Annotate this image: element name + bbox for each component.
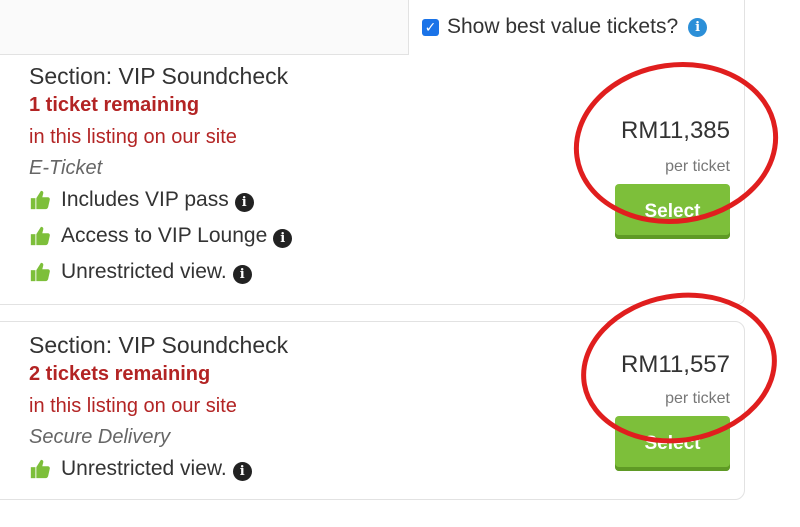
section-title: Section: VIP Soundcheck: [29, 332, 289, 358]
feature-label: Unrestricted view.: [61, 260, 227, 283]
price: RM11,557: [621, 351, 730, 378]
site-note: in this listing on our site: [29, 126, 237, 148]
delivery-method: Secure Delivery: [29, 426, 171, 448]
info-icon[interactable]: i: [273, 229, 293, 248]
thumbs-up-icon: [30, 190, 50, 210]
best-value-toggle[interactable]: ✓ Show best value tickets? i: [422, 13, 708, 41]
listing-1-details: Section: VIP Soundcheck 1 ticket remaini…: [29, 62, 293, 290]
tickets-remaining: 1 ticket remaining: [29, 94, 200, 116]
listing-2-details: Section: VIP Soundcheck 2 tickets remain…: [29, 331, 288, 487]
thumbs-up-icon: [30, 226, 50, 246]
site-note: in this listing on our site: [29, 395, 237, 417]
best-value-checkbox[interactable]: ✓: [422, 18, 439, 36]
info-icon[interactable]: i: [232, 462, 252, 481]
feature-label: Includes VIP pass: [61, 188, 229, 211]
best-value-label: Show best value tickets?: [447, 15, 679, 38]
feature-item: Includes VIP pass i: [29, 182, 292, 218]
feature-label: Access to VIP Lounge: [61, 224, 268, 247]
per-ticket-label: per ticket: [665, 158, 730, 175]
per-ticket-label: per ticket: [665, 390, 730, 407]
filter-strip: [0, 0, 409, 55]
info-icon[interactable]: i: [232, 265, 252, 284]
tickets-remaining: 2 tickets remaining: [29, 363, 211, 385]
info-icon[interactable]: i: [688, 17, 708, 37]
select-button[interactable]: Select: [615, 416, 730, 471]
select-button[interactable]: Select: [615, 184, 730, 239]
feature-label: Unrestricted view.: [61, 457, 227, 480]
section-title: Section: VIP Soundcheck: [29, 63, 289, 89]
delivery-method: E-Ticket: [29, 157, 103, 179]
info-icon[interactable]: i: [234, 193, 254, 212]
feature-item: Access to VIP Lounge i: [29, 218, 293, 254]
thumbs-up-icon: [30, 459, 50, 479]
price: RM11,385: [621, 117, 730, 144]
feature-item: Unrestricted view. i: [29, 254, 292, 290]
thumbs-up-icon: [30, 262, 50, 282]
feature-item: Unrestricted view. i: [29, 451, 288, 487]
